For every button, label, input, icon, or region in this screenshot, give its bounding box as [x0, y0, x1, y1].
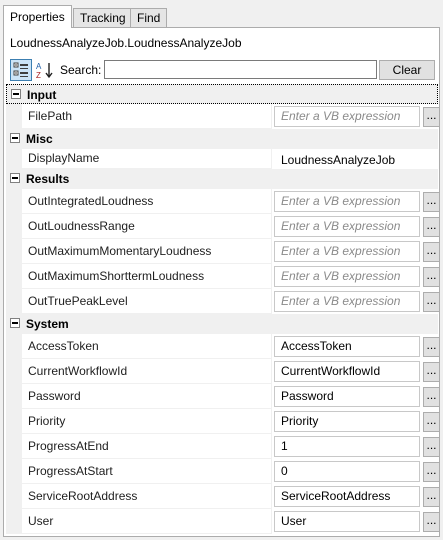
text-input[interactable]: LoudnessAnalyzeJob	[274, 149, 420, 169]
category-input[interactable]: Input	[6, 84, 438, 104]
svg-text:A: A	[36, 62, 42, 71]
ellipsis-button[interactable]: ...	[423, 267, 439, 287]
property-row-outtruepeaklevel: OutTruePeakLevel Enter a VB expression .…	[6, 289, 439, 314]
expression-input[interactable]: Enter a VB expression	[274, 241, 420, 262]
ellipsis-button[interactable]: ...	[423, 292, 439, 312]
property-row-password: Password Password ...	[6, 384, 439, 409]
tab-properties[interactable]: Properties	[3, 5, 72, 28]
property-name: ProgressAtEnd	[22, 434, 271, 459]
category-label: Results	[26, 172, 70, 186]
property-row-priority: Priority Priority ...	[6, 409, 439, 434]
ellipsis-button[interactable]: ...	[423, 412, 439, 432]
category-label: Input	[27, 88, 57, 102]
property-name: Password	[22, 384, 271, 409]
property-name: Priority	[22, 409, 271, 434]
property-row-accesstoken: AccessToken AccessToken ...	[6, 334, 439, 359]
properties-panel: LoudnessAnalyzeJob.LoudnessAnalyzeJob A …	[3, 27, 440, 537]
categorized-view-icon[interactable]	[10, 59, 32, 81]
property-row-user: User User ...	[6, 509, 439, 534]
property-name: OutIntegratedLoudness	[22, 189, 271, 214]
property-grid: Input FilePath Enter a VB expression ...…	[6, 84, 439, 534]
property-name: OutMaximumShorttermLoudness	[22, 264, 271, 289]
ellipsis-button[interactable]: ...	[423, 487, 439, 507]
expression-input[interactable]: Enter a VB expression	[274, 216, 420, 237]
ellipsis-button[interactable]: ...	[423, 192, 439, 212]
expression-input[interactable]: 0	[274, 461, 420, 482]
collapse-icon[interactable]	[10, 133, 20, 143]
collapse-icon[interactable]	[10, 318, 20, 328]
expression-input[interactable]: Priority	[274, 411, 420, 432]
tab-find[interactable]: Find	[130, 8, 168, 28]
ellipsis-button[interactable]: ...	[423, 242, 439, 262]
ellipsis-button[interactable]: ...	[423, 107, 439, 127]
expression-input[interactable]: AccessToken	[274, 336, 420, 357]
property-name: OutTruePeakLevel	[22, 289, 271, 314]
expression-input[interactable]: Enter a VB expression	[274, 106, 420, 127]
category-system[interactable]: System	[6, 314, 438, 334]
ellipsis-button[interactable]: ...	[423, 387, 439, 407]
property-name: ProgressAtStart	[22, 459, 271, 484]
search-label: Search:	[60, 63, 102, 77]
expression-input[interactable]: Password	[274, 386, 420, 407]
property-row-outmaximummomentaryloudness: OutMaximumMomentaryLoudness Enter a VB e…	[6, 239, 439, 264]
category-misc[interactable]: Misc	[6, 129, 438, 149]
property-row-progressatstart: ProgressAtStart 0 ...	[6, 459, 439, 484]
ellipsis-button[interactable]: ...	[423, 437, 439, 457]
property-row-outloudnessrange: OutLoudnessRange Enter a VB expression .…	[6, 214, 439, 239]
clear-button[interactable]: Clear	[379, 60, 435, 80]
property-name: DisplayName	[22, 149, 271, 169]
property-row-progressatend: ProgressAtEnd 1 ...	[6, 434, 439, 459]
property-toolbar: A Z Search: Clear	[10, 59, 435, 81]
svg-text:Z: Z	[36, 71, 41, 79]
property-row-serviceRootaddress: ServiceRootAddress ServiceRootAddress ..…	[6, 484, 439, 509]
ellipsis-button[interactable]: ...	[423, 362, 439, 382]
ellipsis-button[interactable]: ...	[423, 337, 439, 357]
collapse-icon[interactable]	[10, 173, 20, 183]
ellipsis-button[interactable]: ...	[423, 217, 439, 237]
expression-input[interactable]: ServiceRootAddress	[274, 486, 420, 507]
property-name: OutMaximumMomentaryLoudness	[22, 239, 271, 264]
category-results[interactable]: Results	[6, 169, 438, 189]
property-name: OutLoudnessRange	[22, 214, 271, 239]
expression-input[interactable]: CurrentWorkflowId	[274, 361, 420, 382]
property-row-displayname: DisplayName LoudnessAnalyzeJob	[6, 149, 438, 169]
expression-input[interactable]: User	[274, 511, 420, 532]
collapse-icon[interactable]	[11, 89, 21, 99]
expression-input[interactable]: 1	[274, 436, 420, 457]
expression-input[interactable]: Enter a VB expression	[274, 291, 420, 312]
property-row-outmaximumshorttermloudness: OutMaximumShorttermLoudness Enter a VB e…	[6, 264, 439, 289]
property-row-outintegratedloudness: OutIntegratedLoudness Enter a VB express…	[6, 189, 439, 214]
property-name: CurrentWorkflowId	[22, 359, 271, 384]
expression-input[interactable]: Enter a VB expression	[274, 191, 420, 212]
sort-alphabetical-icon[interactable]: A Z	[34, 59, 56, 81]
search-input[interactable]	[104, 60, 377, 79]
property-row-filepath: FilePath Enter a VB expression ...	[6, 104, 439, 129]
property-name: AccessToken	[22, 334, 271, 359]
category-label: System	[26, 317, 69, 331]
object-title: LoudnessAnalyzeJob.LoudnessAnalyzeJob	[10, 36, 242, 50]
category-label: Misc	[26, 132, 53, 146]
tab-tracking[interactable]: Tracking	[73, 8, 133, 28]
property-name: FilePath	[22, 104, 271, 129]
property-name: User	[22, 509, 271, 534]
expression-input[interactable]: Enter a VB expression	[274, 266, 420, 287]
property-row-currentworkflowid: CurrentWorkflowId CurrentWorkflowId ...	[6, 359, 439, 384]
ellipsis-button[interactable]: ...	[423, 512, 439, 532]
property-name: ServiceRootAddress	[22, 484, 271, 509]
ellipsis-button[interactable]: ...	[423, 462, 439, 482]
